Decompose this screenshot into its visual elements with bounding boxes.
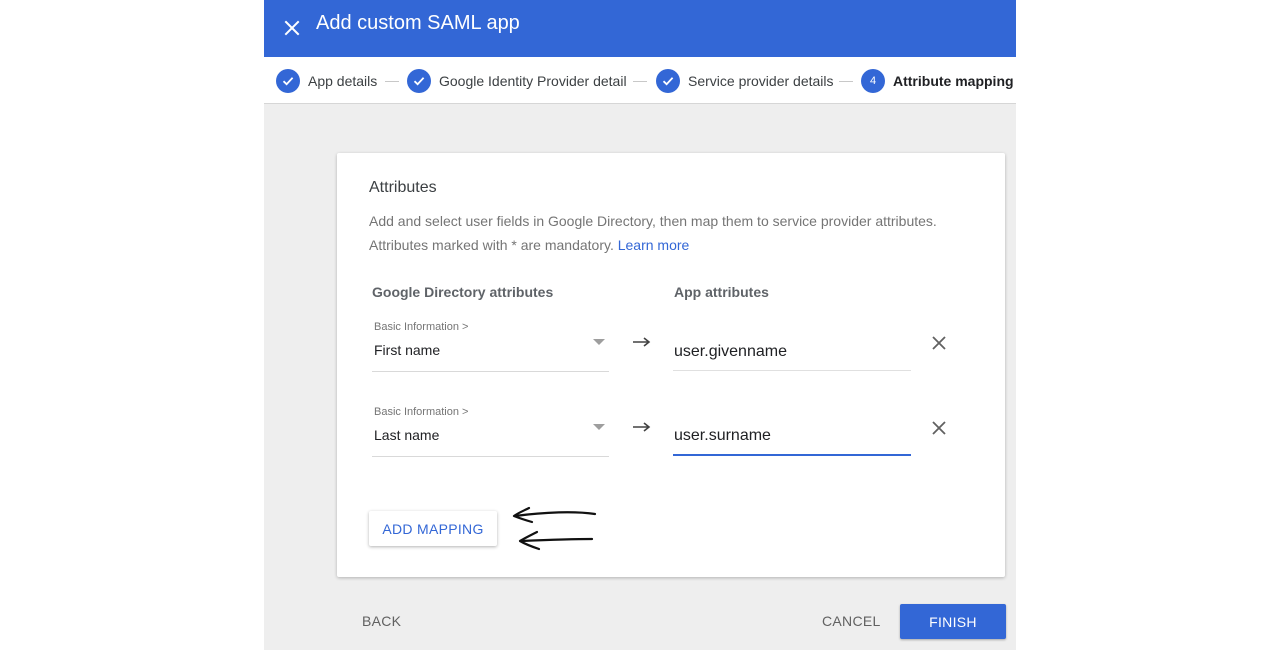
app-attribute-input[interactable]: [673, 333, 911, 371]
step-label: Service provider details: [688, 73, 834, 89]
mapping-row: Basic Information > First name: [337, 313, 1005, 383]
select-value: Last name: [374, 427, 440, 443]
step-label: Attribute mapping: [893, 73, 1014, 89]
hand-drawn-arrows-icon: [512, 506, 597, 551]
remove-mapping-button[interactable]: [927, 416, 951, 440]
step-check-icon: [276, 69, 300, 93]
close-button[interactable]: [272, 8, 312, 48]
step-label: App details: [308, 73, 378, 89]
card-description: Add and select user fields in Google Dir…: [369, 209, 969, 257]
step-google-idp-details[interactable]: Google Identity Provider details: [407, 68, 627, 94]
remove-mapping-button[interactable]: [927, 331, 951, 355]
step-number-badge: 4: [861, 69, 885, 93]
mapping-row: Basic Information > Last name: [337, 398, 1005, 468]
finish-button[interactable]: FINISH: [900, 604, 1006, 639]
dialog-title: Add custom SAML app: [316, 12, 520, 34]
select-category: Basic Information >: [374, 406, 469, 418]
arrow-right-icon: [633, 337, 651, 347]
step-attribute-mapping[interactable]: 4 Attribute mapping: [861, 68, 1014, 94]
attributes-card: Attributes Add and select user fields in…: [337, 153, 1005, 577]
saml-app-dialog: Add custom SAML app App details Google I…: [264, 0, 1016, 650]
column-header-directory: Google Directory attributes: [372, 284, 554, 300]
card-title: Attributes: [369, 179, 437, 196]
learn-more-link[interactable]: Learn more: [618, 237, 690, 253]
step-separator: [633, 81, 647, 82]
back-button[interactable]: BACK: [348, 604, 415, 638]
directory-attribute-select[interactable]: Basic Information > First name: [372, 313, 609, 372]
cancel-button[interactable]: CANCEL: [810, 604, 893, 638]
add-mapping-button[interactable]: ADD MAPPING: [369, 511, 497, 546]
description-line-1: Add and select user fields in Google Dir…: [369, 213, 937, 229]
step-service-provider-details[interactable]: Service provider details: [656, 68, 834, 94]
stepper: App details Google Identity Provider det…: [264, 57, 1016, 104]
arrow-right-icon: [633, 422, 651, 432]
close-icon: [932, 336, 946, 350]
dropdown-caret-icon: [593, 424, 605, 430]
step-check-icon: [407, 69, 431, 93]
dialog-header: Add custom SAML app: [264, 0, 1016, 57]
step-separator: [385, 81, 399, 82]
step-label: Google Identity Provider details: [439, 73, 627, 89]
step-app-details[interactable]: App details: [276, 68, 377, 94]
directory-attribute-select[interactable]: Basic Information > Last name: [372, 398, 609, 457]
select-category: Basic Information >: [374, 321, 469, 333]
select-value: First name: [374, 342, 441, 358]
close-icon: [284, 20, 300, 36]
close-icon: [932, 421, 946, 435]
dropdown-caret-icon: [593, 339, 605, 345]
step-separator: [839, 81, 853, 82]
column-header-app: App attributes: [674, 284, 769, 300]
app-attribute-input[interactable]: [673, 418, 911, 456]
step-check-icon: [656, 69, 680, 93]
description-line-2: Attributes marked with * are mandatory.: [369, 237, 614, 253]
